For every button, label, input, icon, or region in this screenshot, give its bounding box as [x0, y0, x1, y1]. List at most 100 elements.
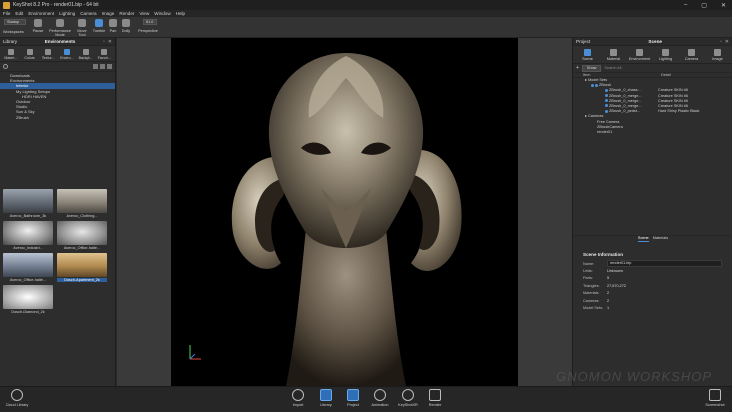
tab-textures[interactable]: Textur... — [39, 47, 57, 60]
tree-row-camera[interactable]: render01 — [573, 130, 732, 135]
scene-name-field[interactable]: render01.bip — [607, 260, 722, 268]
add-folder-icon[interactable] — [93, 64, 98, 69]
thumbnail-item[interactable]: Averoc_Office-halte... — [3, 253, 53, 284]
tab-material[interactable]: Material — [601, 47, 626, 62]
menu-render[interactable]: Render — [119, 11, 134, 16]
move-tool-icon — [78, 19, 86, 27]
keyshotxr-icon — [402, 389, 414, 401]
menu-view[interactable]: View — [139, 11, 149, 16]
refresh-icon[interactable] — [100, 64, 105, 69]
tab-camera[interactable]: Camera — [679, 47, 704, 62]
import-button[interactable]: Import — [285, 389, 311, 407]
dolly-icon — [122, 19, 130, 27]
tab-scene[interactable]: Scene — [575, 47, 600, 62]
environment-preview — [57, 253, 107, 277]
scene-tree: ▸ Model Sets ZBrush ZBrush_0_chass... Cre… — [573, 78, 732, 135]
menu-edit[interactable]: Edit — [15, 11, 23, 16]
animation-button[interactable]: Animation — [367, 389, 393, 407]
creature-render — [231, 53, 462, 386]
add-icon[interactable]: + — [576, 65, 579, 71]
workspaces-label: Workspaces — [3, 30, 24, 34]
pause-icon — [34, 19, 42, 27]
project-panel: Project Scene ▫ ✕ Scene Material Environm… — [572, 38, 732, 386]
environment-preview — [3, 189, 53, 213]
environment-preview — [3, 253, 53, 277]
tab-environment[interactable]: Environment — [627, 47, 652, 62]
environment-preview — [57, 221, 107, 245]
maximize-icon[interactable]: ▢ — [701, 2, 707, 9]
library-search[interactable] — [0, 62, 115, 72]
thumbnail-item[interactable]: Averoc_Clothing... — [57, 189, 107, 220]
scene-search-bar: + Show Search All — [573, 64, 732, 73]
thumbnail-item[interactable]: Dosch-Diamond_2k — [3, 285, 53, 316]
tab-materials[interactable]: Materi... — [2, 47, 20, 60]
tab-environments[interactable]: Enviro... — [58, 47, 76, 60]
show-button[interactable]: Show — [581, 64, 602, 72]
axis-gizmo — [189, 345, 201, 360]
performance-icon — [56, 19, 64, 27]
subtab-scene[interactable]: Scene — [637, 236, 649, 242]
library-icon — [320, 389, 332, 401]
menu-help[interactable]: Help — [176, 11, 185, 16]
settings-icon[interactable] — [107, 64, 112, 69]
animation-icon — [374, 389, 386, 401]
render-icon — [429, 389, 441, 401]
tab-favorites[interactable]: Favori... — [95, 47, 113, 60]
tree-item-zbrush[interactable]: ZBrush — [0, 115, 115, 120]
watermark: GNOMON WORKSHOP — [556, 369, 712, 384]
material-icon — [610, 49, 617, 56]
image-icon — [714, 49, 721, 56]
tab-backplates[interactable]: Backpl... — [77, 47, 95, 60]
close-panel-icon[interactable]: ✕ — [725, 39, 729, 45]
fov-input[interactable]: 61.0 — [143, 19, 157, 25]
menu-lighting[interactable]: Lighting — [59, 11, 75, 16]
import-icon — [292, 389, 304, 401]
menu-image[interactable]: Image — [102, 11, 115, 16]
environments-icon — [63, 49, 70, 55]
render-viewport[interactable] — [171, 38, 518, 386]
environment-preview — [3, 221, 53, 245]
workspace-select[interactable]: Startup — [4, 19, 26, 25]
search-icon — [3, 64, 8, 69]
cloud-library-button[interactable]: Cloud Library — [4, 389, 30, 407]
camera-icon — [688, 49, 695, 56]
scene-subtabs: Scene Materials — [573, 235, 732, 242]
backplates-icon — [82, 49, 89, 55]
materials-icon — [7, 49, 14, 55]
environment-icon — [636, 49, 643, 56]
menu-window[interactable]: Window — [154, 11, 170, 16]
library-button[interactable]: Library — [313, 389, 339, 407]
subtab-materials[interactable]: Materials — [653, 236, 668, 242]
menu-environment[interactable]: Environment — [28, 11, 54, 16]
tab-image[interactable]: Image — [705, 47, 730, 62]
minimize-icon[interactable]: – — [684, 2, 687, 8]
thumbnail-item[interactable]: Dosch-Apartment_2k — [57, 253, 107, 284]
tab-colors[interactable]: Colors — [21, 47, 39, 60]
undock-icon[interactable]: ▫ — [720, 39, 722, 45]
thumbnail-item[interactable]: Averoc_Bathroom_3k — [3, 189, 53, 220]
environment-preview — [3, 285, 53, 309]
close-icon[interactable]: ✕ — [721, 2, 726, 9]
menu-bar: File Edit Environment Lighting Camera Im… — [0, 10, 732, 17]
close-panel-icon[interactable]: ✕ — [108, 39, 112, 45]
undock-icon[interactable]: ▫ — [103, 39, 105, 45]
keyshotxr-button[interactable]: KeyShotXR — [395, 389, 421, 407]
environment-tree: Downloads Environments Interior My Light… — [0, 72, 115, 121]
cloud-icon — [11, 389, 23, 401]
tab-lighting[interactable]: Lighting — [653, 47, 678, 62]
thumbnail-item[interactable]: Averoc_Office-halte... — [57, 221, 107, 252]
camera-icon — [709, 389, 721, 401]
keyshot-logo-icon — [3, 1, 10, 9]
colors-icon — [26, 49, 33, 55]
menu-file[interactable]: File — [3, 11, 10, 16]
scene-icon — [584, 49, 591, 56]
perspective-label[interactable]: Perspective — [135, 29, 161, 33]
render-button[interactable]: Render — [422, 389, 448, 407]
menu-camera[interactable]: Camera — [80, 11, 96, 16]
screenshot-button[interactable]: Screenshot — [702, 389, 728, 407]
project-button[interactable]: Project — [340, 389, 366, 407]
thumbnail-item[interactable]: Averoc_Industri... — [3, 221, 53, 252]
environment-preview — [57, 189, 107, 213]
scene-search-input[interactable]: Search All — [604, 66, 621, 70]
main-toolbar: Startup Workspaces Pause Performance Mod… — [0, 17, 732, 38]
